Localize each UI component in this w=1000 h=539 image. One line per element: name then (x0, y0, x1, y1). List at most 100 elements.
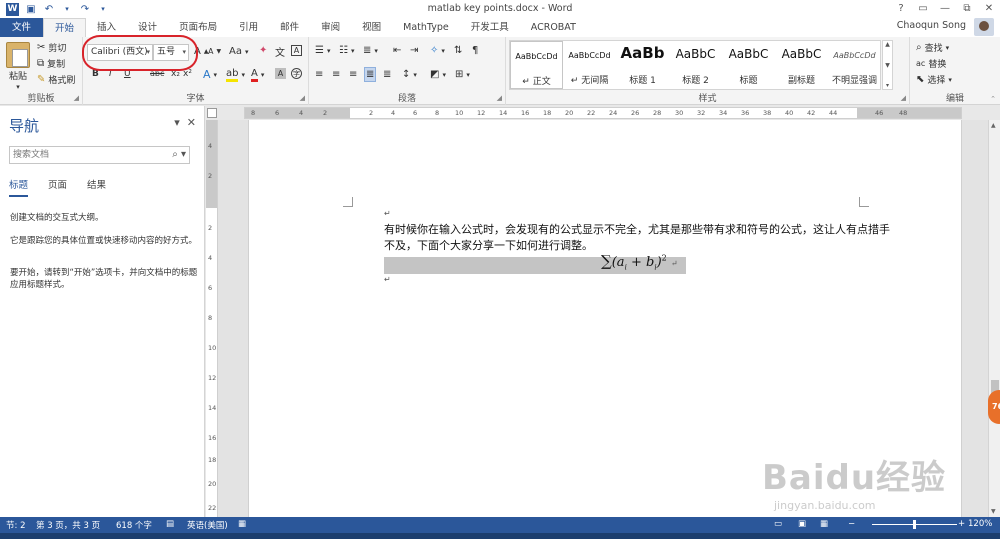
user-name[interactable]: Chaoqun Song (897, 20, 966, 31)
help-button[interactable]: ? (890, 0, 912, 18)
char-border-button[interactable]: A (291, 45, 302, 56)
ribbon-display-button[interactable]: ▭ (912, 0, 934, 18)
align-right-button[interactable]: ≡ (349, 69, 357, 80)
vertical-ruler[interactable]: 4 2 2 4 6 8 10 12 14 16 18 20 22 (206, 120, 218, 517)
zoom-out-icon[interactable]: − (848, 519, 855, 529)
dialog-launcher-icon[interactable]: ◢ (497, 94, 502, 102)
bullets-button[interactable]: ☰ ▾ (315, 45, 330, 56)
styles-scroll[interactable]: ▲ ▼ ▾ (882, 40, 893, 90)
restore-button[interactable]: ⧉ (956, 0, 978, 18)
redo-icon[interactable]: ↷ (79, 3, 91, 15)
tab-view[interactable]: 视图 (351, 18, 392, 37)
vertical-scrollbar[interactable]: ▲ ▼ 76 (988, 120, 1000, 517)
nav-tab-results[interactable]: 结果 (87, 177, 106, 197)
collapse-ribbon-icon[interactable]: ⌃ (990, 95, 996, 103)
status-page[interactable]: 第 3 页，共 3 页 (36, 519, 100, 531)
read-mode-icon[interactable]: ▭ (774, 519, 782, 529)
ruler-label: 34 (719, 109, 728, 117)
cut-button[interactable]: ✂ 剪切 (37, 41, 66, 54)
decrease-indent-button[interactable]: ⇤ (393, 45, 401, 56)
font-color-button[interactable]: A ▾ (251, 68, 264, 82)
tab-file[interactable]: 文件 (0, 18, 44, 37)
style-title[interactable]: AaBbC 标题 (722, 41, 775, 89)
print-layout-icon[interactable]: ▣ (798, 519, 806, 529)
horizontal-ruler[interactable]: 8 6 4 2 2 4 6 8 10 12 14 16 18 20 22 24 … (244, 107, 962, 119)
minimize-button[interactable]: — (934, 0, 956, 18)
tab-mathtype[interactable]: MathType (392, 18, 460, 37)
justify-button[interactable]: ≣ (364, 67, 377, 82)
document-paragraph[interactable]: 有时候你在输入公式时，会发现有的公式显示不完全，尤其是那些带有求和符号的公式，这… (384, 222, 894, 254)
multilevel-list-button[interactable]: ≣ ▾ (363, 45, 378, 56)
dialog-launcher-icon[interactable]: ◢ (901, 94, 906, 102)
tab-selector[interactable] (207, 108, 217, 118)
tab-review[interactable]: 审阅 (310, 18, 351, 37)
style-normal[interactable]: AaBbCcDd ↵ 正文 (510, 41, 563, 89)
scroll-down-icon[interactable]: ▼ (885, 62, 890, 69)
undo-dropdown-icon[interactable]: ▾ (61, 3, 73, 15)
shrink-font-button[interactable]: A ▼ (208, 47, 221, 56)
close-button[interactable]: ✕ (978, 0, 1000, 18)
status-words[interactable]: 618 个字 (116, 519, 152, 531)
shading-button[interactable]: ◩ ▾ (430, 69, 446, 80)
status-section[interactable]: 节: 2 (6, 519, 25, 531)
style-heading-2[interactable]: AaBbC 标题 2 (669, 41, 722, 89)
align-center-button[interactable]: ≡ (332, 69, 340, 80)
macro-record-icon[interactable]: ▦ (238, 519, 246, 529)
scroll-up-icon[interactable]: ▲ (885, 41, 890, 48)
status-language[interactable]: 英语(美国) (187, 519, 228, 531)
select-button[interactable]: ⬉ 选择 ▾ (916, 73, 952, 86)
save-icon[interactable]: ▣ (25, 3, 37, 15)
distributed-button[interactable]: ≣ (383, 69, 391, 80)
style-subtle-emphasis[interactable]: AaBbCcDd 不明显强调 (828, 41, 881, 89)
proofing-icon[interactable]: ▤ (166, 519, 174, 529)
style-subtitle[interactable]: AaBbC 副标题 (775, 41, 828, 89)
char-shading-button[interactable]: A (275, 68, 286, 79)
replace-button[interactable]: ac 替换 (916, 57, 946, 70)
enclose-char-button[interactable]: 字 (291, 68, 302, 79)
more-styles-icon[interactable]: ▾ (886, 82, 889, 89)
tab-developer[interactable]: 开发工具 (460, 18, 520, 37)
tab-mailings[interactable]: 邮件 (269, 18, 310, 37)
show-marks-button[interactable]: ¶ (472, 45, 478, 56)
style-no-spacing[interactable]: AaBbCcDd ↵ 无间隔 (563, 41, 616, 89)
change-case-button[interactable]: Aa ▾ (229, 46, 248, 57)
numbering-button[interactable]: ☷ ▾ (339, 45, 354, 56)
dialog-launcher-icon[interactable]: ◢ (300, 94, 305, 102)
zoom-level[interactable]: 120% (968, 519, 992, 529)
zoom-slider-knob[interactable] (913, 520, 916, 529)
nav-options-icon[interactable]: ▾ (174, 116, 180, 129)
nav-tab-pages[interactable]: 页面 (48, 177, 67, 197)
style-heading-1[interactable]: AaBb 标题 1 (616, 41, 669, 89)
text-effects-button[interactable]: A ▾ (203, 68, 217, 81)
side-badge[interactable]: 76 (988, 390, 1000, 424)
equation[interactable]: ∑(ai + bi)2 ↵ (601, 252, 678, 272)
tab-acrobat[interactable]: ACROBAT (520, 18, 587, 37)
borders-button[interactable]: ⊞ ▾ (455, 69, 470, 80)
close-icon[interactable]: ✕ (187, 116, 196, 129)
scroll-down-icon[interactable]: ▼ (991, 508, 996, 515)
web-layout-icon[interactable]: ▦ (820, 519, 828, 529)
customize-qat-icon[interactable]: ▾ (97, 3, 109, 15)
chinese-layout-button[interactable]: ✧ ▾ (430, 45, 445, 56)
format-painter-button[interactable]: ✎ 格式刷 (37, 73, 75, 86)
phonetic-guide-button[interactable]: 文 (275, 44, 285, 59)
copy-button[interactable]: ⧉ 复制 (37, 57, 65, 70)
tab-home[interactable]: 开始 (43, 18, 87, 37)
zoom-in-icon[interactable]: + (958, 519, 965, 529)
tab-references[interactable]: 引用 (228, 18, 269, 37)
nav-tab-headings[interactable]: 标题 (9, 177, 29, 197)
sort-button[interactable]: ⇅ (454, 45, 462, 56)
scroll-up-icon[interactable]: ▲ (991, 122, 996, 129)
undo-icon[interactable]: ↶ (43, 3, 55, 15)
find-button[interactable]: ⌕ 查找 ▾ (916, 41, 949, 54)
clear-formatting-button[interactable]: ✦ (259, 45, 267, 56)
dialog-launcher-icon[interactable]: ◢ (74, 94, 79, 102)
line-spacing-button[interactable]: ↕ ▾ (402, 69, 417, 80)
nav-search-input[interactable]: 搜索文档 ⌕ ▾ (9, 146, 190, 164)
align-left-button[interactable]: ≡ (315, 69, 323, 80)
search-icon[interactable]: ⌕ ▾ (172, 147, 186, 163)
paste-button[interactable]: 粘贴 ▾ (6, 42, 30, 91)
increase-indent-button[interactable]: ⇥ (410, 45, 418, 56)
highlight-button[interactable]: ab ▾ (226, 68, 245, 82)
avatar[interactable] (974, 18, 994, 36)
